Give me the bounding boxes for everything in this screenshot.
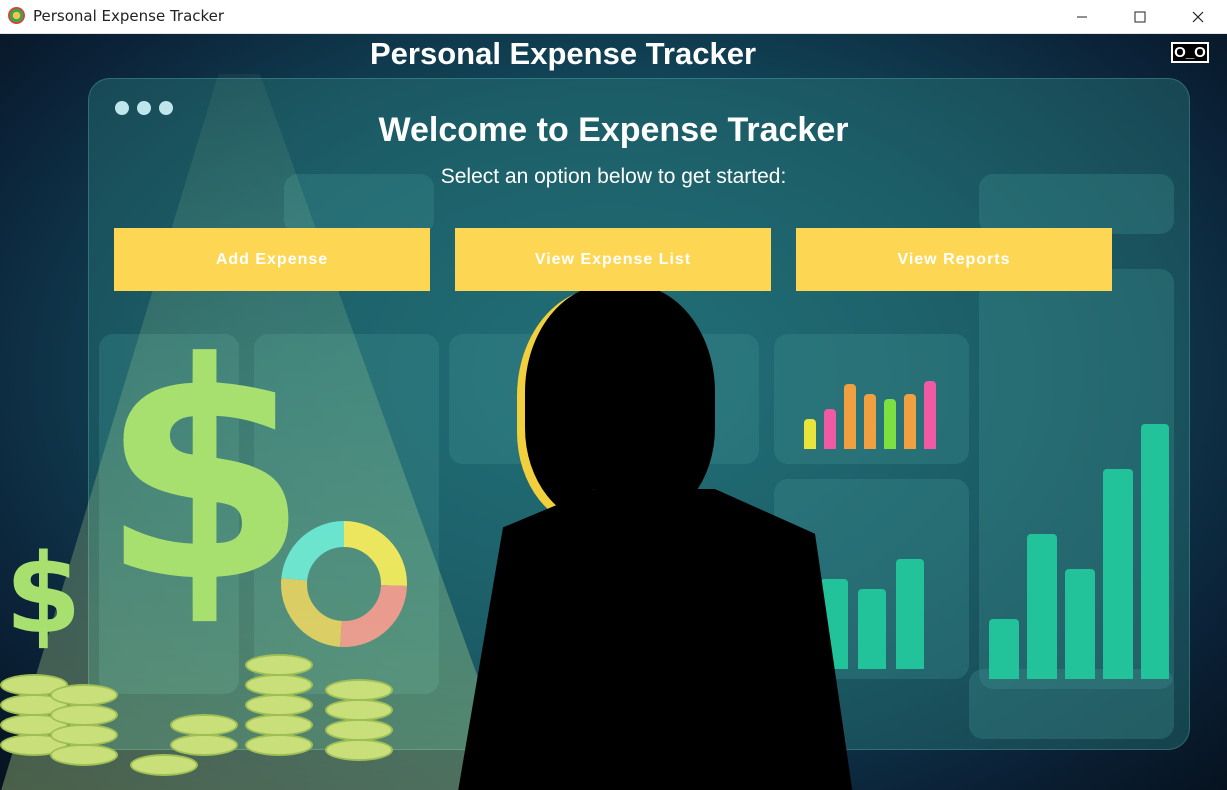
dollar-sign-icon: $ <box>100 299 309 648</box>
app-header-title: Personal Expense Tracker <box>370 36 757 71</box>
window-title: Personal Expense Tracker <box>33 7 225 25</box>
maximize-icon <box>1134 11 1146 22</box>
view-expense-list-button[interactable]: View Expense List <box>455 228 771 291</box>
welcome-subtitle: Select an option below to get started: <box>440 165 787 188</box>
close-button[interactable] <box>1169 0 1227 33</box>
app-canvas: $ $ Personal Expense Tracker O_O Welcome… <box>0 34 1227 790</box>
app-icon <box>8 7 25 24</box>
person-silhouette-body <box>455 489 855 790</box>
welcome-heading: Welcome to Expense Tracker <box>378 111 849 149</box>
close-icon <box>1192 11 1204 22</box>
person-silhouette-head <box>525 284 715 524</box>
minimize-icon <box>1077 16 1087 17</box>
window-titlebar: Personal Expense Tracker <box>0 0 1227 34</box>
view-reports-button[interactable]: View Reports <box>796 228 1112 291</box>
dollar-sign-icon: $ <box>5 530 82 658</box>
minimize-button[interactable] <box>1053 0 1111 33</box>
corner-button[interactable]: O_O <box>1171 42 1209 63</box>
maximize-button[interactable] <box>1111 0 1169 33</box>
add-expense-button[interactable]: Add Expense <box>114 228 430 291</box>
